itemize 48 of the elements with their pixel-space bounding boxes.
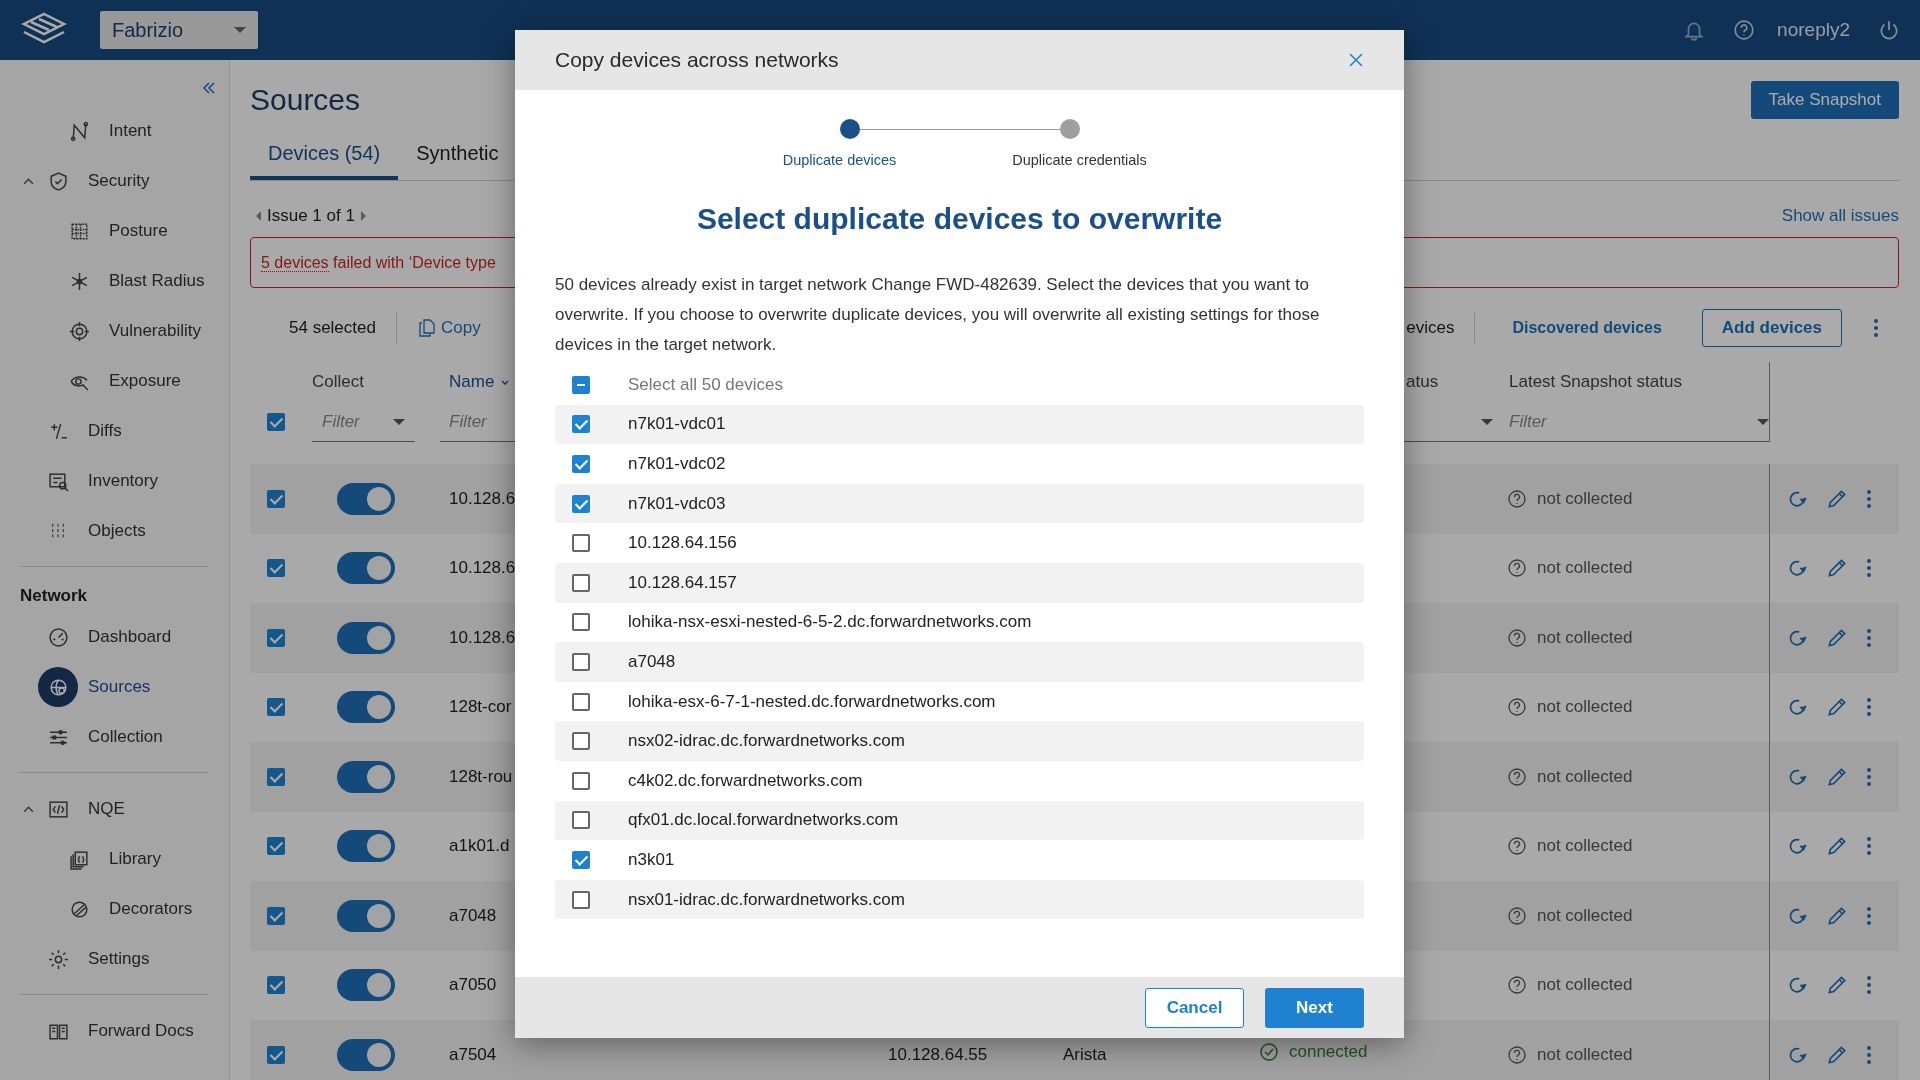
table-cell: a7050: [449, 975, 497, 995]
table-cell: not collected: [1537, 558, 1633, 579]
column-header: Latest Snapshot status: [1508, 372, 1683, 392]
sidebar-heading: Network: [19, 585, 89, 607]
table-cell: a7048: [449, 905, 497, 925]
table-cell: a1k01.d: [449, 836, 510, 856]
selected-count: 54 selected: [289, 318, 376, 338]
dialog-heading: Select duplicate devices to overwrite: [695, 202, 1224, 236]
table-cell: 10.128.64.55: [888, 1044, 988, 1064]
table-cell: not collected: [1537, 488, 1633, 509]
page-title: Sources: [250, 83, 361, 117]
status-cell: connected: [1259, 1042, 1368, 1063]
table-cell: 128t-rou: [449, 766, 513, 786]
dialog-title: Copy devices across networks: [555, 48, 839, 72]
table-cell: not collected: [1537, 905, 1633, 926]
device-name: n7k01-vdc01: [628, 414, 726, 435]
select-all-label: Select all 50 devices: [628, 374, 783, 395]
device-name: c4k02.dc.forwardnetworks.com: [628, 770, 863, 791]
device-name: n7k01-vdc03: [628, 493, 726, 514]
step-label: Duplicate credentials: [1011, 152, 1148, 168]
device-name: n3k01: [628, 849, 675, 870]
device-name: n7k01-vdc02: [628, 454, 726, 474]
error-message: 5 devices failed with ‘Device type: [261, 253, 496, 272]
table-cell: not collected: [1537, 697, 1633, 718]
table-cell: a7504: [449, 1044, 497, 1064]
column-header: Collect: [311, 372, 365, 392]
table-cell: not collected: [1537, 627, 1633, 648]
table-cell: 10.128.6: [449, 558, 516, 578]
device-name: lohika-nsx-esxi-nested-6-5-2.dc.forwardnetworks.com: [628, 612, 1032, 633]
step-label: Duplicate devices: [781, 152, 898, 168]
issue-pager: Issue 1 of 1: [267, 206, 355, 226]
device-name: lohika-esx-6-7-1-nested.dc.forwardnetworks.com: [628, 691, 996, 712]
table-cell: not collected: [1537, 975, 1633, 996]
device-name: nsx01-idrac.dc.forwardnetworks.com: [628, 889, 905, 910]
table-cell: not collected: [1537, 766, 1633, 787]
device-name: 10.128.64.157: [628, 572, 737, 593]
device-name: nsx02-idrac.dc.forwardnetworks.com: [628, 731, 905, 752]
table-cell: not collected: [1537, 1044, 1633, 1065]
device-name: 10.128.64.156: [628, 533, 737, 554]
table-cell: not collected: [1537, 836, 1633, 857]
device-name: a7048: [628, 651, 676, 672]
table-cell: 128t-cor: [449, 697, 512, 717]
table-cell: 10.128.6: [449, 488, 516, 508]
column-header: atus: [1405, 372, 1440, 392]
table-cell: Arista: [1063, 1044, 1107, 1064]
dialog-description: 50 devices already exist in target network Change FWD-482639. Select the devices that you want to overwrite. If you choose to overwrite duplicate devices, you will overwrite all existing settings for those devices in the target network.: [555, 274, 1321, 356]
table-cell: 10.128.6: [449, 627, 516, 647]
device-name: qfx01.dc.local.forwardnetworks.com: [628, 810, 899, 831]
